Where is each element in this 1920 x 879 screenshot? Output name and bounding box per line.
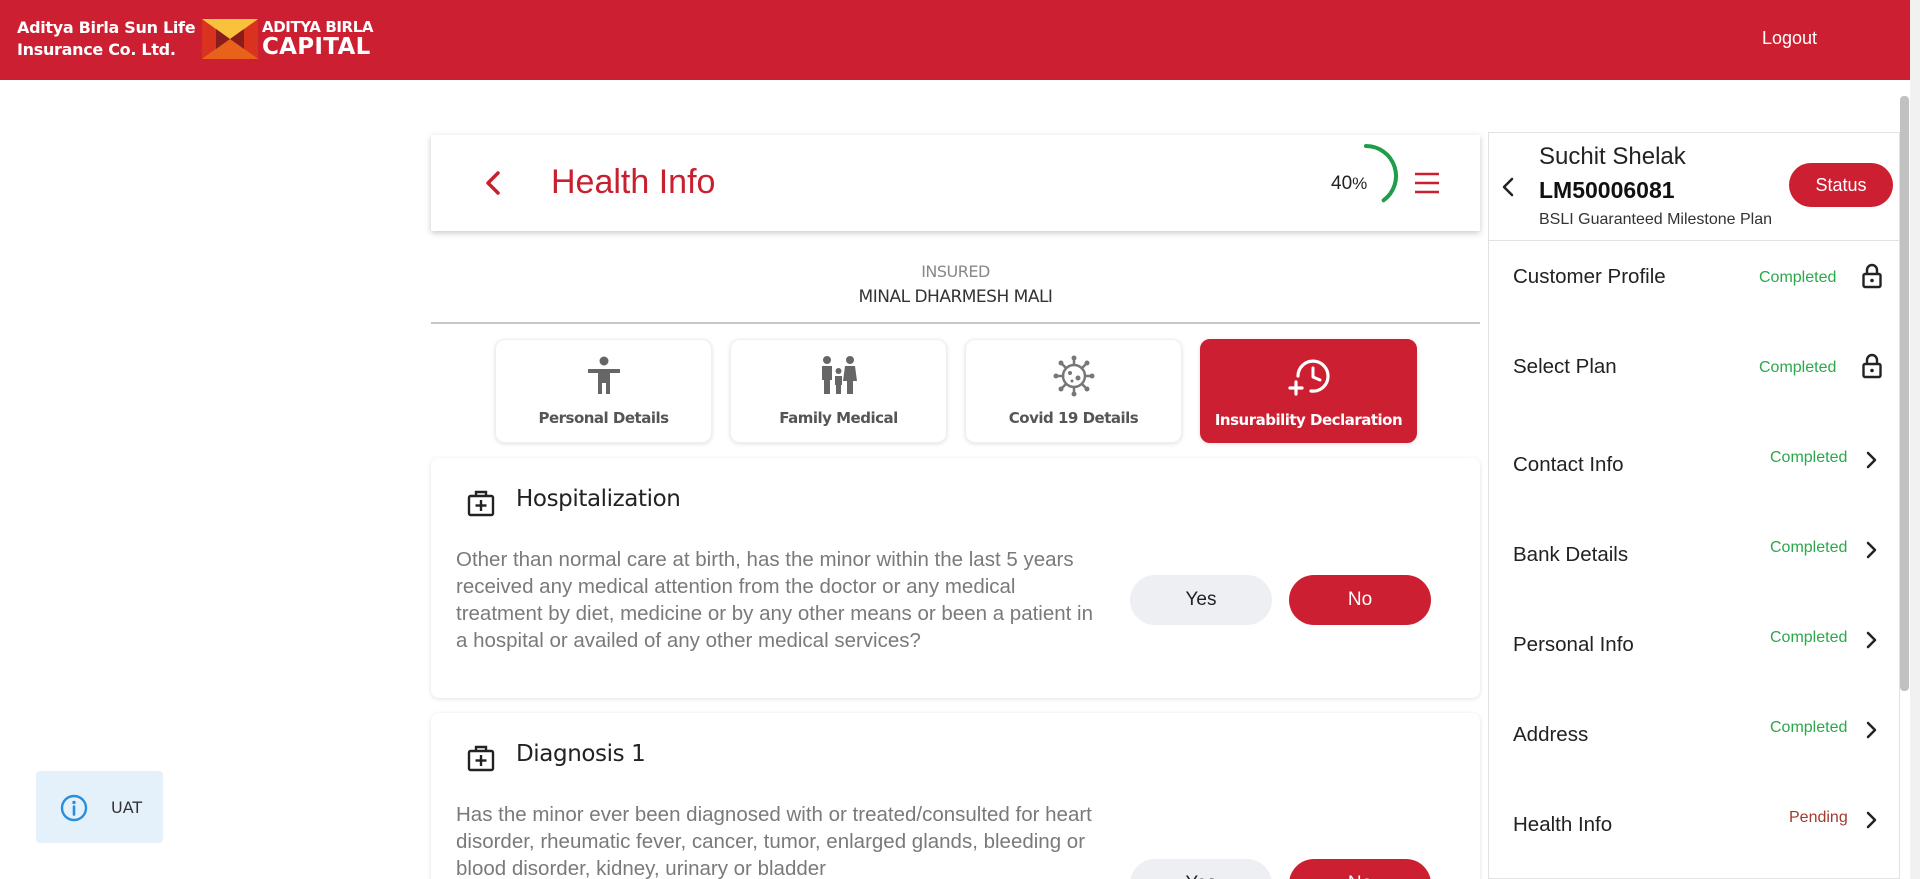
chevron-right-icon: [1866, 451, 1877, 469]
page-scrollbar-track[interactable]: [1910, 0, 1920, 879]
step-status: Completed: [1770, 539, 1848, 556]
lock-icon: [1862, 263, 1882, 289]
question-text: Has the minor ever been diagnosed with o…: [456, 803, 1092, 879]
aditya-birla-capital-logo: ADITYA BIRLA CAPITAL: [202, 19, 373, 59]
step-customer-profile[interactable]: Customer Profile Completed: [1489, 263, 1899, 355]
family-icon: [821, 356, 857, 394]
application-id: LM50006081: [1539, 177, 1675, 203]
tab-label: Personal Details: [538, 409, 669, 427]
logo-line1: ADITYA BIRLA: [262, 17, 374, 36]
back-button[interactable]: [481, 169, 505, 197]
uat-environment-badge: UAT: [36, 771, 163, 843]
tab-label: Insurability Declaration: [1214, 411, 1403, 429]
insured-section: INSURED MINAL DHARMESH MALI: [431, 262, 1480, 307]
step-select-plan[interactable]: Select Plan Completed: [1489, 353, 1899, 445]
question-card-diagnosis-1: Diagnosis 1 Has the minor ever been diag…: [431, 713, 1480, 879]
health-section-tabs: Personal Details Family Medical Covid 19…: [495, 339, 1417, 443]
step-address[interactable]: Address Completed: [1489, 715, 1899, 805]
info-icon: [60, 794, 88, 822]
logo-wordmark: ADITYA BIRLA CAPITAL: [262, 17, 374, 60]
no-button[interactable]: No: [1289, 859, 1431, 879]
logo-line2: CAPITAL: [262, 33, 371, 60]
yes-button[interactable]: Yes: [1130, 575, 1272, 625]
tab-family-medical[interactable]: Family Medical: [730, 339, 947, 443]
logo-mark-icon: [202, 19, 258, 59]
step-name: Health Info: [1513, 813, 1613, 836]
step-name: Contact Info: [1513, 453, 1624, 476]
clock-plus-icon: [1287, 359, 1330, 396]
chevron-left-icon: [486, 171, 500, 195]
step-name: Select Plan: [1513, 355, 1617, 378]
application-progress-panel: Suchit Shelak LM50006081 BSLI Guaranteed…: [1488, 132, 1900, 879]
top-header-bar: Aditya Birla Sun Life Insurance Co. Ltd.…: [0, 0, 1910, 80]
chevron-right-icon: [1866, 721, 1877, 739]
question-text: Other than normal care at birth, has the…: [456, 548, 1094, 652]
company-name-line1: Aditya Birla Sun Life: [17, 18, 196, 37]
tab-label: Family Medical: [779, 409, 898, 427]
tab-label: Covid 19 Details: [1008, 409, 1139, 427]
step-health-info[interactable]: Health Info Pending: [1489, 805, 1899, 879]
step-name: Address: [1513, 723, 1589, 746]
company-name-line2: Insurance Co. Ltd.: [17, 40, 176, 59]
insured-label: INSURED: [921, 262, 990, 281]
customer-name: Suchit Shelak: [1539, 143, 1686, 170]
logout-link[interactable]: Logout: [1762, 28, 1817, 49]
chevron-right-icon: [1866, 631, 1877, 649]
step-status: Completed: [1759, 269, 1837, 286]
progress-value: 40: [1331, 173, 1353, 194]
step-status: Completed: [1770, 449, 1848, 466]
progress-indicator: 40%: [1331, 141, 1401, 211]
company-name: Aditya Birla Sun Life Insurance Co. Ltd.: [17, 17, 196, 61]
page-scrollbar-thumb[interactable]: [1900, 96, 1909, 691]
progress-unit: %: [1352, 174, 1368, 193]
step-name: Bank Details: [1513, 543, 1629, 566]
hamburger-icon: [1415, 172, 1439, 194]
lock-icon: [1862, 353, 1882, 379]
question-title: Diagnosis 1: [516, 741, 646, 767]
step-name: Customer Profile: [1513, 265, 1666, 288]
step-status: Completed: [1770, 629, 1848, 646]
yes-button[interactable]: Yes: [1130, 859, 1272, 879]
status-button[interactable]: Status: [1789, 163, 1893, 207]
medical-kit-icon: [466, 488, 496, 518]
question-card-hospitalization: Hospitalization Other than normal care a…: [431, 458, 1480, 698]
question-title: Hospitalization: [516, 486, 681, 512]
step-contact-info[interactable]: Contact Info Completed: [1489, 445, 1899, 535]
virus-icon: [1053, 355, 1094, 397]
uat-label: UAT: [111, 798, 143, 817]
insured-name: MINAL DHARMESH MALI: [858, 287, 1053, 307]
medical-kit-icon: [466, 743, 496, 773]
plan-name: BSLI Guaranteed Milestone Plan: [1539, 211, 1773, 228]
chevron-right-icon: [1866, 541, 1877, 559]
page-title: Health Info: [551, 163, 716, 201]
menu-button[interactable]: [1414, 171, 1440, 195]
tab-insurability-declaration[interactable]: Insurability Declaration: [1200, 339, 1417, 443]
health-info-title-card: Health Info 40%: [431, 135, 1480, 231]
tab-personal-details[interactable]: Personal Details: [495, 339, 712, 443]
tab-covid-19-details[interactable]: Covid 19 Details: [965, 339, 1182, 443]
step-status: Completed: [1770, 719, 1848, 736]
step-status: Completed: [1759, 359, 1837, 376]
step-status: Pending: [1789, 809, 1848, 826]
step-name: Personal Info: [1513, 633, 1634, 656]
step-bank-details[interactable]: Bank Details Completed: [1489, 535, 1899, 625]
panel-header: Suchit Shelak LM50006081 BSLI Guaranteed…: [1489, 133, 1899, 241]
chevron-left-icon: [1502, 177, 1514, 197]
progress-arc: [1364, 144, 1398, 203]
no-button[interactable]: No: [1289, 575, 1431, 625]
chevron-right-icon: [1866, 811, 1877, 829]
step-personal-info[interactable]: Personal Info Completed: [1489, 625, 1899, 715]
panel-collapse-button[interactable]: [1499, 175, 1517, 199]
person-icon: [587, 356, 620, 394]
insured-divider: [431, 322, 1480, 324]
progress-text: 40%: [1331, 173, 1367, 195]
